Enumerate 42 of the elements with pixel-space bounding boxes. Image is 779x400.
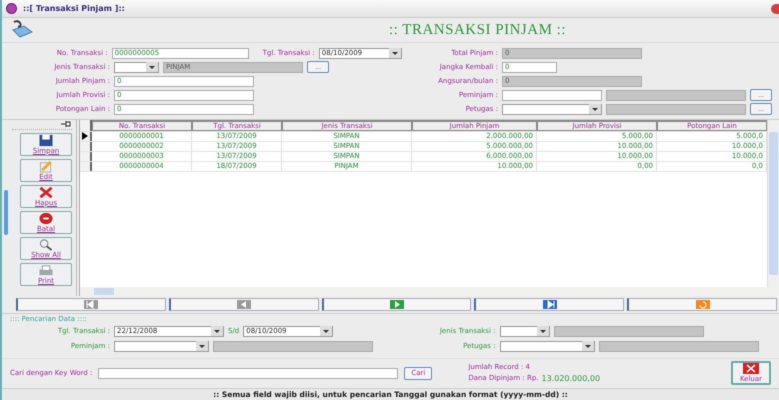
next-icon: [390, 300, 404, 310]
dropdown-field[interactable]: [500, 340, 594, 352]
input-field[interactable]: [502, 90, 602, 101]
horizontal-scrollbar[interactable]: [80, 287, 779, 296]
navigation-button[interactable]: [474, 298, 624, 312]
current-row-icon: [82, 132, 88, 140]
previous-icon: [237, 300, 252, 310]
close-icon[interactable]: [771, 4, 779, 14]
first-record-icon: [84, 300, 98, 310]
app-icon: [6, 3, 17, 14]
form-title: :: TRANSAKSI PINJAM ::: [388, 22, 567, 39]
navigation-button[interactable]: [16, 298, 166, 312]
caret-icon: [388, 48, 401, 58]
cancel-icon: [37, 212, 55, 225]
floppy-icon: [37, 134, 55, 147]
fund-value: 13.020.000,00: [542, 374, 600, 384]
dropdown-field[interactable]: [114, 340, 209, 352]
printer-icon: [37, 264, 55, 277]
exit-icon: [743, 363, 759, 374]
caret-icon: [211, 326, 223, 336]
dropdown-field[interactable]: [114, 62, 159, 73]
row-header: [80, 120, 92, 131]
keyword-field[interactable]: [98, 368, 398, 379]
navigation-button[interactable]: [627, 298, 777, 312]
navigation-button[interactable]: [168, 298, 319, 312]
caret-icon: [589, 104, 601, 114]
caret-icon: [320, 326, 332, 336]
caret-icon: [536, 326, 548, 336]
splitter-handle[interactable]: [4, 190, 8, 235]
caret-icon: [196, 341, 208, 352]
dropdown-field[interactable]: [502, 104, 602, 115]
caret-icon: [582, 341, 594, 352]
caret-icon: [146, 62, 158, 72]
window-title: ::[ Transaksi Pinjam ]::: [23, 4, 126, 14]
pin-icon[interactable]: [60, 120, 72, 128]
navigation-button[interactable]: [322, 298, 472, 312]
vertical-scrollbar[interactable]: [767, 120, 779, 288]
refresh-icon: [696, 300, 710, 310]
cross-icon: [37, 186, 55, 199]
dropdown-field[interactable]: [500, 326, 550, 337]
magnifier-icon: [37, 238, 55, 251]
last-record-icon: [542, 300, 557, 310]
